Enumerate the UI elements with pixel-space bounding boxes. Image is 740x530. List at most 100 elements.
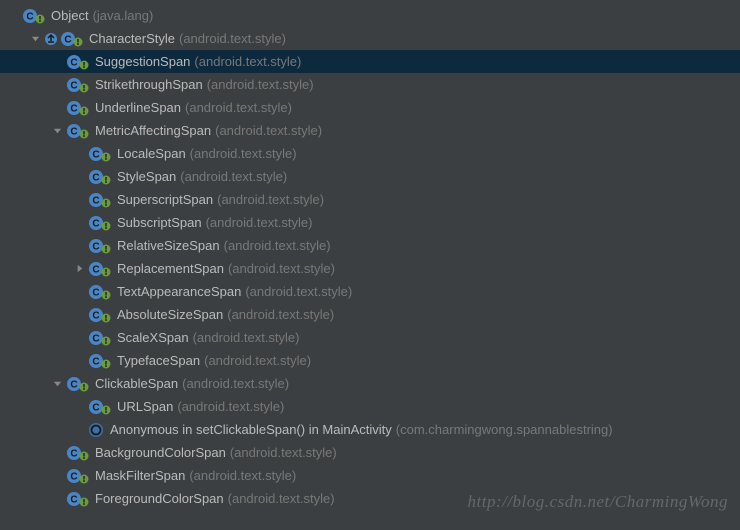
visibility-overlay-icon bbox=[101, 221, 111, 231]
tree-row[interactable]: CMaskFilterSpan(android.text.style) bbox=[0, 464, 740, 487]
package-name: (android.text.style) bbox=[182, 376, 289, 391]
class-name: ReplacementSpan bbox=[117, 261, 224, 276]
node-icon-group: C bbox=[88, 353, 111, 369]
class-name: TextAppearanceSpan bbox=[117, 284, 241, 299]
chevron-right-icon[interactable] bbox=[72, 262, 86, 276]
svg-text:C: C bbox=[92, 172, 99, 183]
class-name: LocaleSpan bbox=[117, 146, 186, 161]
override-icon bbox=[44, 32, 58, 46]
tree-row[interactable]: C SubscriptSpan (android.text.style) bbox=[0, 211, 740, 234]
node-icon-group: C bbox=[88, 284, 111, 300]
tree-row[interactable]: CTextAppearanceSpan(android.text.style) bbox=[0, 280, 740, 303]
class-name: RelativeSizeSpan bbox=[117, 238, 220, 253]
class-name: Anonymous in setClickableSpan() in MainA… bbox=[110, 422, 392, 437]
node-icon-group: C bbox=[22, 8, 45, 24]
class-name: TypefaceSpan bbox=[117, 353, 200, 368]
chevron-down-icon[interactable] bbox=[28, 32, 42, 46]
visibility-overlay-icon bbox=[101, 198, 111, 208]
visibility-overlay-icon bbox=[79, 382, 89, 392]
class-name: UnderlineSpan bbox=[95, 100, 181, 115]
package-name: (com.charmingwong.spannablestring) bbox=[396, 422, 613, 437]
svg-text:C: C bbox=[92, 264, 99, 275]
class-name: ClickableSpan bbox=[95, 376, 178, 391]
node-icon-group: C bbox=[66, 123, 89, 139]
tree-row[interactable]: CRelativeSizeSpan(android.text.style) bbox=[0, 234, 740, 257]
visibility-overlay-icon bbox=[79, 60, 89, 70]
tree-row[interactable]: CScaleXSpan(android.text.style) bbox=[0, 326, 740, 349]
tree-row[interactable]: CMetricAffectingSpan(android.text.style) bbox=[0, 119, 740, 142]
package-name: (android.text.style) bbox=[194, 54, 301, 69]
svg-text:C: C bbox=[64, 34, 71, 45]
svg-text:C: C bbox=[70, 471, 77, 482]
tree-row[interactable]: CForegroundColorSpan(android.text.style) bbox=[0, 487, 740, 510]
class-name: Object bbox=[51, 8, 89, 23]
visibility-overlay-icon bbox=[79, 83, 89, 93]
package-name: (android.text.style) bbox=[193, 330, 300, 345]
visibility-overlay-icon bbox=[79, 497, 89, 507]
tree-row[interactable]: CCharacterStyle(android.text.style) bbox=[0, 27, 740, 50]
tree-row[interactable]: C SuggestionSpan (android.text.style) bbox=[0, 50, 740, 73]
package-name: (android.text.style) bbox=[177, 399, 284, 414]
tree-row[interactable]: C Object (java.lang) bbox=[0, 4, 740, 27]
tree-row[interactable]: CSuperscriptSpan(android.text.style) bbox=[0, 188, 740, 211]
class-name: URLSpan bbox=[117, 399, 173, 414]
package-name: (android.text.style) bbox=[204, 353, 311, 368]
visibility-overlay-icon bbox=[101, 290, 111, 300]
svg-text:C: C bbox=[70, 126, 77, 137]
anonymous-class-icon bbox=[88, 422, 104, 438]
class-name: MaskFilterSpan bbox=[95, 468, 185, 483]
tree-row[interactable]: Anonymous in setClickableSpan() in MainA… bbox=[0, 418, 740, 441]
svg-text:C: C bbox=[92, 356, 99, 367]
class-name: SuggestionSpan bbox=[95, 54, 190, 69]
package-name: (android.text.style) bbox=[179, 31, 286, 46]
svg-text:C: C bbox=[70, 448, 77, 459]
class-name: BackgroundColorSpan bbox=[95, 445, 226, 460]
visibility-overlay-icon bbox=[79, 106, 89, 116]
svg-text:C: C bbox=[92, 287, 99, 298]
svg-text:C: C bbox=[70, 103, 77, 114]
node-icon-group: C bbox=[66, 445, 89, 461]
visibility-overlay-icon bbox=[101, 152, 111, 162]
class-name: MetricAffectingSpan bbox=[95, 123, 211, 138]
package-name: (android.text.style) bbox=[180, 169, 287, 184]
tree-row[interactable]: CLocaleSpan(android.text.style) bbox=[0, 142, 740, 165]
chevron-down-icon[interactable] bbox=[50, 377, 64, 391]
package-name: (java.lang) bbox=[93, 8, 154, 23]
tree-row[interactable]: CUnderlineSpan(android.text.style) bbox=[0, 96, 740, 119]
node-icon-group: C bbox=[88, 215, 111, 231]
visibility-overlay-icon bbox=[101, 244, 111, 254]
node-icon-group: C bbox=[88, 307, 111, 323]
node-icon-group: C bbox=[66, 100, 89, 116]
package-name: (android.text.style) bbox=[228, 261, 335, 276]
tree-row[interactable]: C URLSpan (android.text.style) bbox=[0, 395, 740, 418]
tree-row[interactable]: CBackgroundColorSpan(android.text.style) bbox=[0, 441, 740, 464]
tree-row[interactable]: C ClickableSpan (android.text.style) bbox=[0, 372, 740, 395]
class-name: ForegroundColorSpan bbox=[95, 491, 224, 506]
node-icon-group: C bbox=[66, 54, 89, 70]
visibility-overlay-icon bbox=[79, 129, 89, 139]
node-icon-group: C bbox=[88, 399, 111, 415]
package-name: (android.text.style) bbox=[206, 215, 313, 230]
svg-text:C: C bbox=[26, 11, 33, 22]
tree-row[interactable]: C TypefaceSpan (android.text.style) bbox=[0, 349, 740, 372]
node-icon-group: C bbox=[66, 77, 89, 93]
class-hierarchy-tree: C Object (java.lang) CCharacterStyle(androi… bbox=[0, 0, 740, 514]
tree-row[interactable]: CAbsoluteSizeSpan(android.text.style) bbox=[0, 303, 740, 326]
svg-text:C: C bbox=[70, 379, 77, 390]
package-name: (android.text.style) bbox=[227, 307, 334, 322]
tree-row[interactable]: CStyleSpan(android.text.style) bbox=[0, 165, 740, 188]
node-icon-group: C bbox=[88, 169, 111, 185]
tree-row[interactable]: CStrikethroughSpan(android.text.style) bbox=[0, 73, 740, 96]
visibility-overlay-icon bbox=[101, 405, 111, 415]
svg-text:C: C bbox=[92, 402, 99, 413]
class-name: SubscriptSpan bbox=[117, 215, 202, 230]
svg-text:C: C bbox=[70, 57, 77, 68]
visibility-overlay-icon bbox=[101, 267, 111, 277]
tree-row[interactable]: C ReplacementSpan (android.text.style) bbox=[0, 257, 740, 280]
chevron-down-icon[interactable] bbox=[50, 124, 64, 138]
package-name: (android.text.style) bbox=[207, 77, 314, 92]
svg-text:C: C bbox=[70, 494, 77, 505]
node-icon-group: C bbox=[60, 31, 83, 47]
class-name: SuperscriptSpan bbox=[117, 192, 213, 207]
node-icon-group: C bbox=[66, 491, 89, 507]
